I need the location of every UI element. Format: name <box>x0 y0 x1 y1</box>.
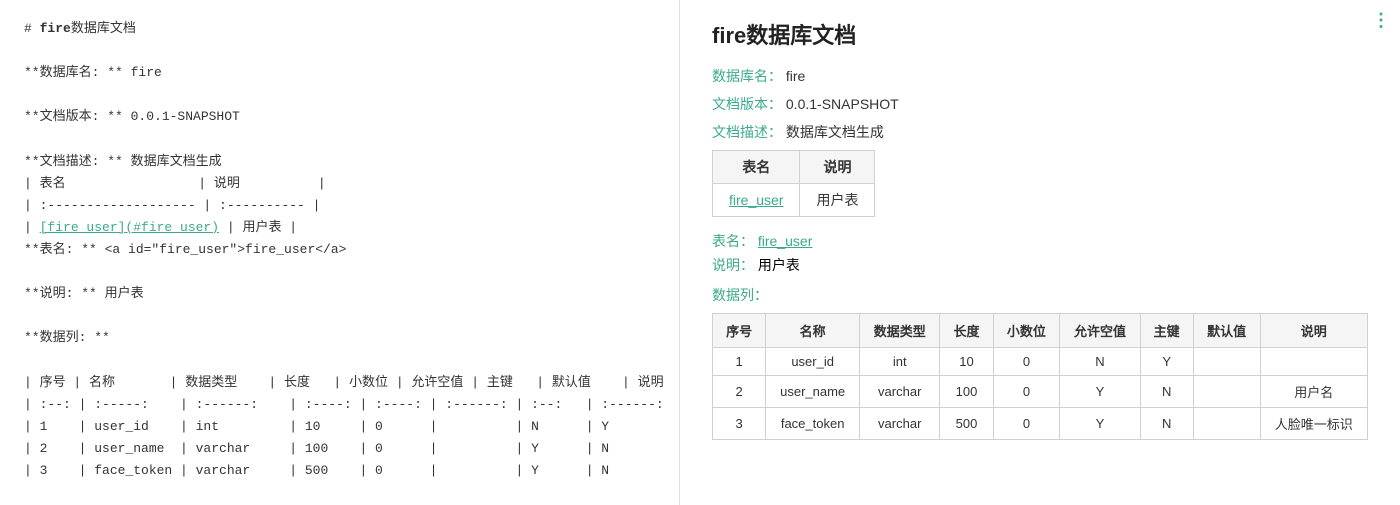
version-row: 文档版本： 0.0.1-SNAPSHOT <box>712 94 1368 114</box>
data-table: 序号名称数据类型长度小数位允许空值主键默认值说明 1user_idint100N… <box>712 313 1368 440</box>
page-title: fire数据库文档 <box>712 18 1368 50</box>
summary-table-cell-desc: 用户表 <box>800 184 875 217</box>
line-blank2 <box>24 84 655 106</box>
summary-col-desc: 说明 <box>800 151 875 184</box>
data-table-header: 默认值 <box>1193 314 1260 348</box>
data-table-cell: int <box>860 348 940 376</box>
data-table-cell: Y <box>1060 408 1140 440</box>
data-table-header: 名称 <box>766 314 860 348</box>
line-col-header: | 序号 | 名称 | 数据类型 | 长度 | 小数位 | 允许空值 | 主键 … <box>24 372 655 394</box>
data-table-cell: user_id <box>766 348 860 376</box>
line-table-anchor: **表名: ** <a id="fire_user">fire_user</a> <box>24 239 655 261</box>
data-table-cell: N <box>1060 348 1140 376</box>
data-table-cell: 0 <box>993 408 1060 440</box>
data-table-header: 序号 <box>713 314 766 348</box>
data-table-cell: N <box>1140 408 1193 440</box>
line-table-header: | 表名 | 说明 | <box>24 173 655 195</box>
line-col-row1: | 1 | user_id | int | 10 | 0 | | N | Y |… <box>24 416 655 438</box>
desc-row-meta: 文档描述： 数据库文档生成 <box>712 122 1368 142</box>
fire-user-link[interactable]: [fire_user](#fire_user) <box>40 220 219 235</box>
data-table-cell <box>1260 348 1367 376</box>
data-table-cell: 3 <box>713 408 766 440</box>
data-table-cell: N <box>1140 376 1193 408</box>
summary-col-name: 表名 <box>713 151 800 184</box>
line-blank1 <box>24 40 655 62</box>
data-table-header: 数据类型 <box>860 314 940 348</box>
line-dbname: **数据库名: ** fire <box>24 62 655 84</box>
data-table-cell <box>1193 348 1260 376</box>
line-desc: **文档描述: ** 数据库文档生成 <box>24 151 655 173</box>
data-table-header: 小数位 <box>993 314 1060 348</box>
right-panel: fire数据库文档 数据库名： fire 文档版本： 0.0.1-SNAPSHO… <box>680 0 1400 505</box>
data-table-cell: 1 <box>713 348 766 376</box>
data-table-cell: 人脸唯一标识 <box>1260 408 1367 440</box>
line-blank4 <box>24 261 655 283</box>
line-col-sep: | :--: | :-----: | :------: | :----: | :… <box>24 394 655 416</box>
line-version: **文档版本: ** 0.0.1-SNAPSHOT <box>24 106 655 128</box>
data-table-cell: 用户名 <box>1260 376 1367 408</box>
data-table-cell: 2 <box>713 376 766 408</box>
data-table-cell: 10 <box>940 348 993 376</box>
data-table-row: 3face_tokenvarchar5000YN 人脸唯一标识 <box>713 408 1368 440</box>
table-desc-row: 说明： 用户表 <box>712 255 1368 275</box>
db-name-row: 数据库名： fire <box>712 66 1368 86</box>
data-table-cell: 0 <box>993 376 1060 408</box>
table-name-value[interactable]: fire_user <box>758 233 812 249</box>
line-columns-label: **数据列: ** <box>24 327 655 349</box>
data-table-cell: Y <box>1140 348 1193 376</box>
scroll-indicator: ⋮ <box>1372 10 1390 31</box>
line-blank5 <box>24 305 655 327</box>
db-name-value: fire <box>786 68 805 84</box>
data-table-row: 2user_namevarchar1000YN 用户名 <box>713 376 1368 408</box>
data-table-cell: varchar <box>860 408 940 440</box>
data-table-header: 长度 <box>940 314 993 348</box>
line-blank6 <box>24 349 655 371</box>
desc-label: 文档描述： <box>712 124 782 140</box>
table-desc-value: 用户表 <box>758 257 800 273</box>
version-label: 文档版本： <box>712 96 782 112</box>
data-table-cell: 500 <box>940 408 993 440</box>
version-value: 0.0.1-SNAPSHOT <box>786 96 899 112</box>
line-blank3 <box>24 128 655 150</box>
summary-table-cell-name[interactable]: fire_user <box>713 184 800 217</box>
line-table-row: | [fire_user](#fire_user) | 用户表 | <box>24 217 655 239</box>
data-table-cell <box>1193 408 1260 440</box>
data-table-cell: Y <box>1060 376 1140 408</box>
db-name-label: 数据库名： <box>712 68 782 84</box>
summary-table: 表名 说明 fire_user用户表 <box>712 150 875 217</box>
data-table-cell: 100 <box>940 376 993 408</box>
desc-value: 数据库文档生成 <box>786 124 884 140</box>
line-col-row2: | 2 | user_name | varchar | 100 | 0 | | … <box>24 438 655 460</box>
line-table-sep: | :------------------- | :---------- | <box>24 195 655 217</box>
summary-table-row: fire_user用户表 <box>713 184 875 217</box>
left-panel: # fire数据库文档 **数据库名: ** fire **文档版本: ** 0… <box>0 0 680 505</box>
columns-label: 数据列： <box>712 285 1368 305</box>
line-title: # fire数据库文档 <box>24 18 655 40</box>
data-table-header: 说明 <box>1260 314 1367 348</box>
table-name-row: 表名： fire_user <box>712 231 1368 251</box>
line-table-desc: **说明: ** 用户表 <box>24 283 655 305</box>
table-desc-label: 说明： <box>712 257 754 273</box>
data-table-cell: 0 <box>993 348 1060 376</box>
data-table-cell <box>1193 376 1260 408</box>
data-table-header: 主键 <box>1140 314 1193 348</box>
data-table-row: 1user_idint100NY <box>713 348 1368 376</box>
line-col-row3: | 3 | face_token | varchar | 500 | 0 | |… <box>24 460 655 482</box>
data-table-cell: face_token <box>766 408 860 440</box>
data-table-cell: varchar <box>860 376 940 408</box>
data-table-cell: user_name <box>766 376 860 408</box>
table-name-label: 表名： <box>712 233 754 249</box>
data-table-header: 允许空值 <box>1060 314 1140 348</box>
